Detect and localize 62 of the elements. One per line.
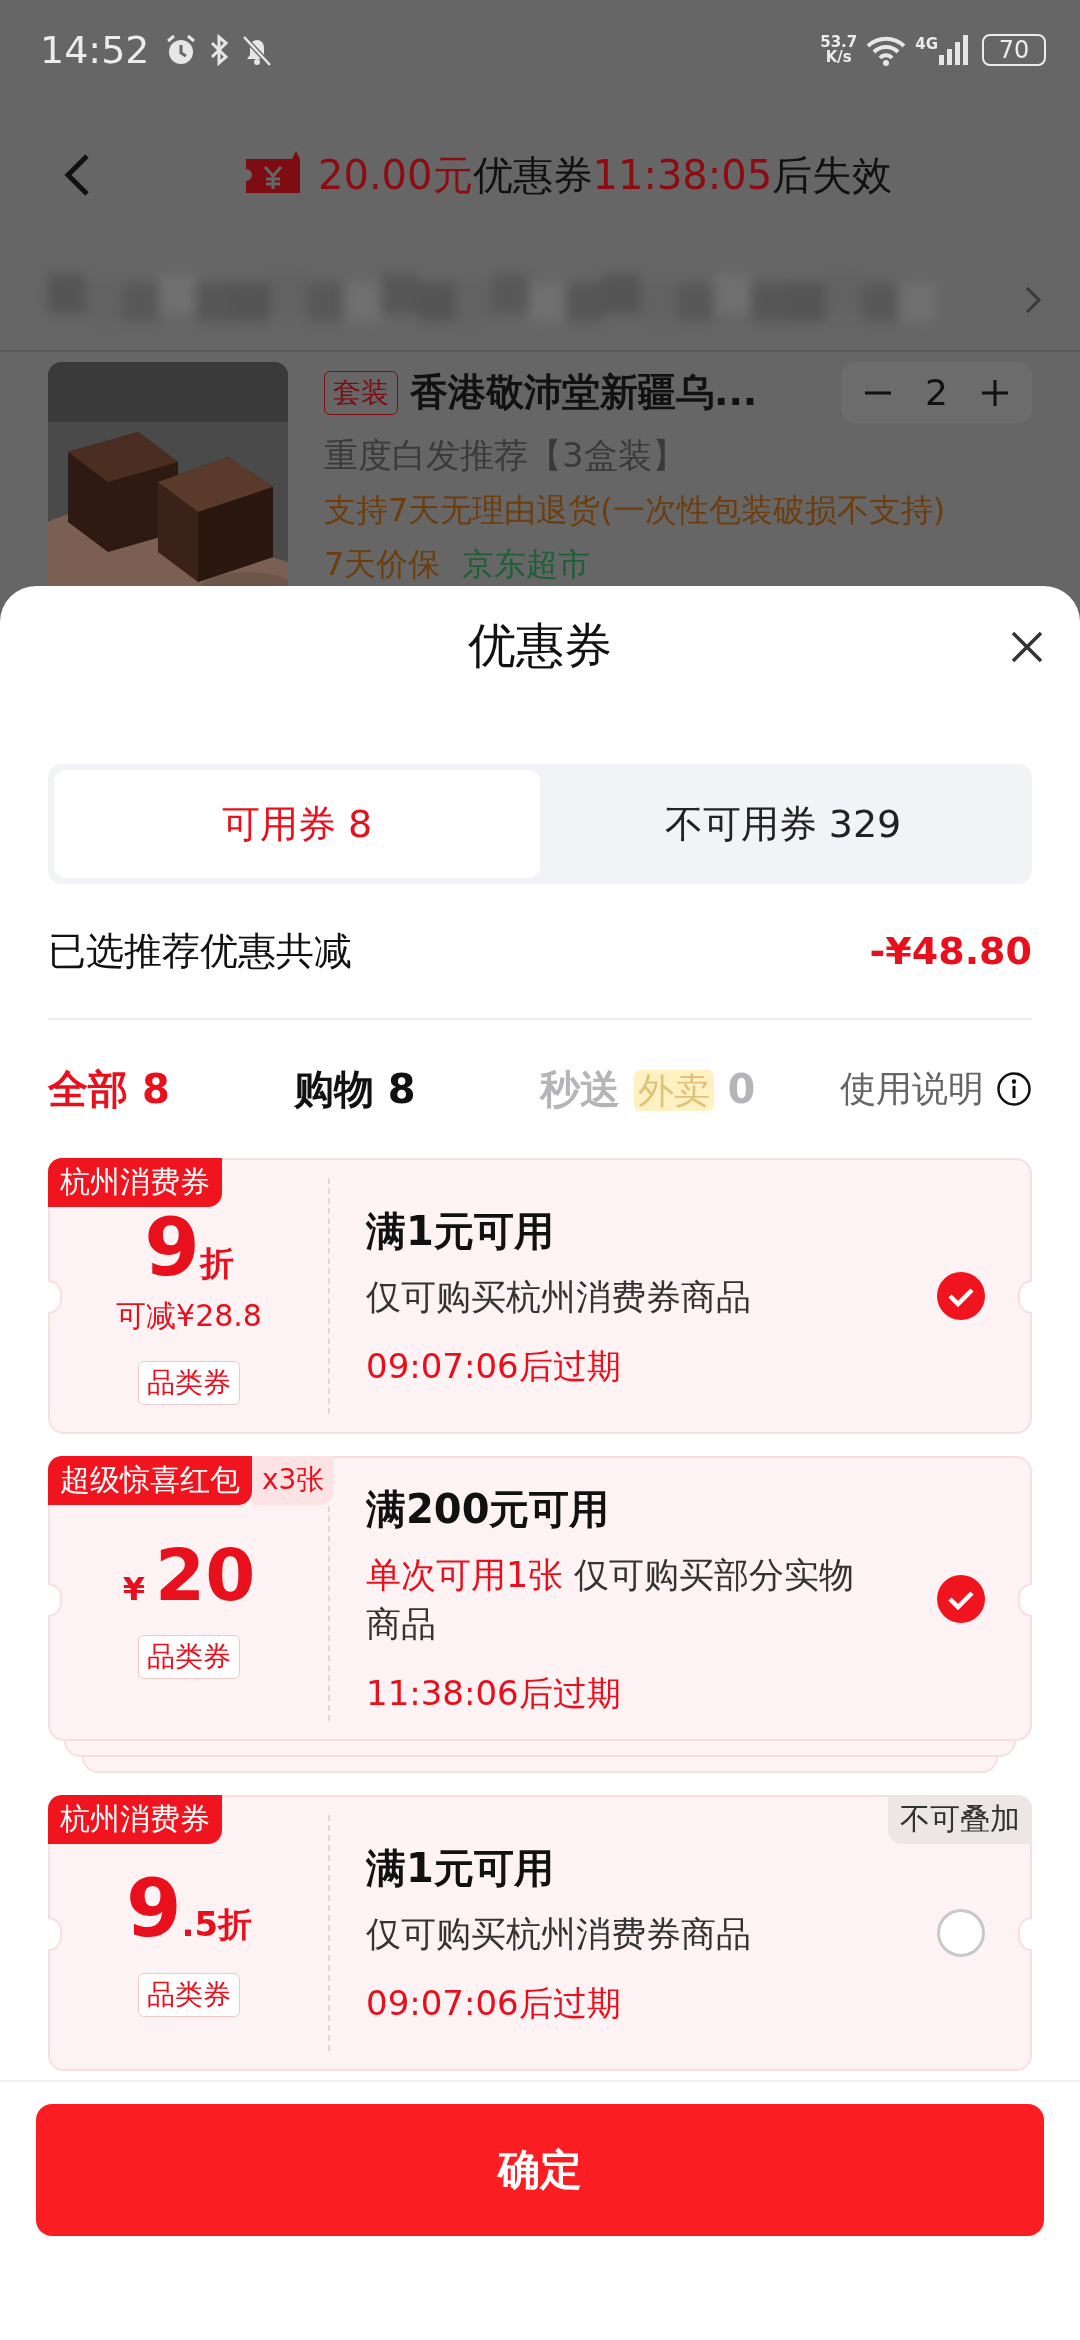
coupon-card[interactable]: 超级惊喜红包 x3张 ¥20 品类券 满200元可用 单次可用1张 仅可购买部分实物商品 11:38:06后过期 xyxy=(48,1456,1032,1741)
expiry-time: 11:38:06后过期 xyxy=(366,1672,622,1715)
summary-label: 已选推荐优惠共减 xyxy=(48,927,352,975)
checkbox[interactable] xyxy=(936,1271,986,1321)
service-label: 京东超市 xyxy=(462,544,591,585)
wifi-icon xyxy=(865,34,908,66)
coupon-description: 仅可购买杭州消费券商品 xyxy=(366,1913,752,1956)
filter-tab[interactable]: 购物 8 xyxy=(293,1061,416,1117)
ticket-notch xyxy=(1018,1582,1032,1617)
coupon-tab[interactable]: 可用券 8 xyxy=(54,770,540,878)
filter-tab[interactable]: 全部 8 xyxy=(48,1061,170,1117)
close-icon[interactable] xyxy=(1010,630,1044,664)
coupon-condition: 满200元可用 xyxy=(366,1485,611,1534)
coupon-tab[interactable]: 不可用券 329 xyxy=(540,770,1026,878)
coupon-description: 单次可用1张 仅可购买部分实物商品 xyxy=(366,1554,856,1646)
expiry-time: 09:07:06后过期 xyxy=(366,1982,622,2025)
status-time: 14:52 xyxy=(40,28,150,72)
coupon-type: 品类券 xyxy=(138,1360,240,1405)
coupon-label: 杭州消费券 xyxy=(48,1795,222,1844)
saving-text: 可减¥28.8 xyxy=(116,1296,262,1335)
back-icon[interactable] xyxy=(62,152,92,198)
network-type: 4G xyxy=(915,35,938,53)
battery-level: 70 xyxy=(998,38,1030,62)
signal-icon xyxy=(938,35,968,65)
coupon-label: 杭州消费券 xyxy=(48,1158,222,1207)
coupon-notice: 20.00元优惠券11:38:05后失效 xyxy=(318,150,893,200)
coupon-label: 超级惊喜红包 xyxy=(48,1456,252,1505)
filter-tag: 外卖 xyxy=(633,1069,714,1111)
ticket-notch xyxy=(48,1582,62,1617)
coupon-condition: 满1元可用 xyxy=(366,1207,555,1256)
quantity-value: 2 xyxy=(925,372,948,413)
coupon-card[interactable]: 杭州消费券 9折 可减¥28.8 品类券 满1元可用 仅可购买杭州消费券商品 09:07:06后过期 xyxy=(48,1158,1032,1434)
coupon-card[interactable]: 杭州消费券 不可叠加 9.5折 品类券 满1元可用 仅可购买杭州消费券商品 09:07:06后过期 xyxy=(48,1795,1032,2071)
summary-amount: -¥48.80 xyxy=(869,929,1032,973)
network-speed: 53.7 xyxy=(820,35,858,50)
product-tag: 套装 xyxy=(324,370,398,415)
info-icon[interactable] xyxy=(996,1071,1032,1107)
plus-icon[interactable] xyxy=(980,377,1010,408)
speed-unit: K/s xyxy=(825,50,852,65)
sheet-title: 优惠券 xyxy=(468,616,612,675)
stack-note: 不可叠加 xyxy=(888,1795,1032,1844)
coupon-value: 9.5折 xyxy=(125,1869,253,1949)
ticket-notch xyxy=(48,1280,62,1314)
coupon-type: 品类券 xyxy=(138,1634,240,1679)
product-title: 香港敬沛堂新疆乌... xyxy=(410,369,759,416)
ticket-notch xyxy=(1018,1280,1032,1314)
expiry-time: 09:07:06后过期 xyxy=(366,1345,622,1388)
ticket-notch xyxy=(1018,1917,1032,1951)
confirm-button[interactable]: 确定 xyxy=(36,2104,1044,2236)
coupon-value: 9折 xyxy=(144,1207,234,1288)
coupon-count: x3张 xyxy=(252,1456,335,1505)
coupon-value: ¥20 xyxy=(122,1538,256,1611)
service-label: 7天价保 xyxy=(324,544,441,585)
service-note: 支持7天无理由退货(一次性包装破损不支持) xyxy=(324,490,947,531)
coupon-type: 品类券 xyxy=(138,1973,240,2017)
checkbox[interactable] xyxy=(936,1908,986,1958)
coupon-condition: 满1元可用 xyxy=(366,1844,555,1893)
chevron-right-icon[interactable] xyxy=(1024,285,1042,315)
help-link[interactable]: 使用说明 xyxy=(840,1064,984,1114)
checkbox[interactable] xyxy=(936,1573,986,1624)
coupon-description: 仅可购买杭州消费券商品 xyxy=(366,1276,752,1319)
ticket-notch xyxy=(48,1917,62,1951)
